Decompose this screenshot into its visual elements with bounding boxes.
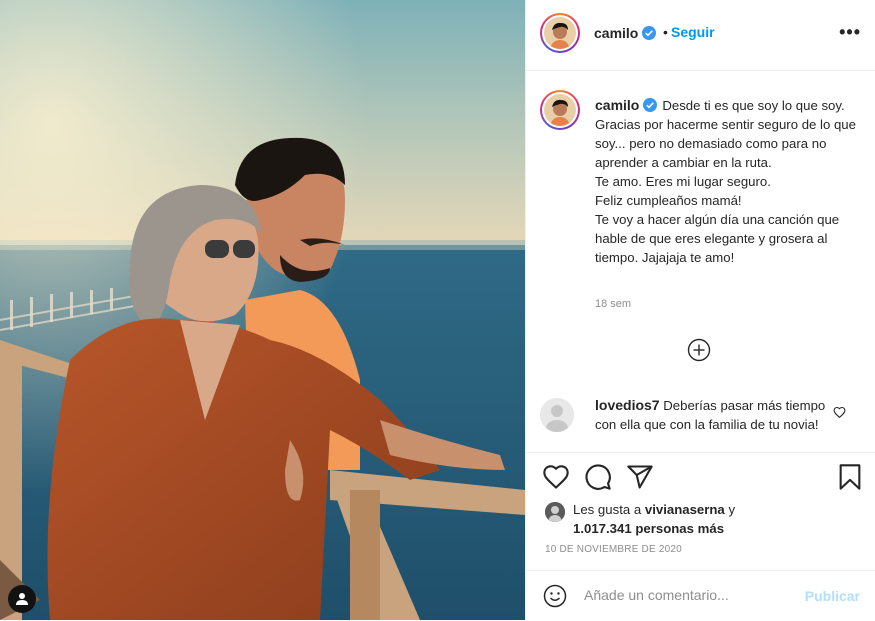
default-avatar-icon	[540, 398, 574, 432]
avatar-image	[544, 94, 576, 126]
caption-line: Te amo. Eres mi lugar seguro.	[595, 174, 771, 189]
photo-image	[0, 0, 525, 620]
add-comment-bar: Publicar	[526, 570, 875, 621]
heart-icon[interactable]	[542, 463, 570, 491]
share-icon[interactable]	[626, 463, 654, 491]
caption-line: Gracias por hacerme sentir seguro de lo …	[595, 117, 856, 170]
save-icon[interactable]	[836, 463, 864, 491]
post-actions: Les gusta a vivianaserna y 1.017.341 per…	[526, 452, 875, 571]
liker-avatar[interactable]	[545, 502, 565, 522]
user-tag-icon	[16, 593, 28, 605]
author-avatar[interactable]	[540, 13, 580, 53]
caption-line: Desde ti es que soy lo que soy.	[662, 98, 845, 113]
caption-avatar[interactable]	[540, 90, 580, 130]
separator-dot: •	[663, 24, 668, 40]
likes-text: Les gusta a vivianaserna y 1.017.341 per…	[573, 500, 793, 538]
post-side-panel: camilo • Seguir ••• camilo Desde ti es q…	[525, 0, 875, 620]
likes-count[interactable]: 1.017.341 personas más	[573, 521, 724, 536]
commenter-avatar[interactable]	[540, 398, 574, 432]
commenter-username[interactable]: lovedios7	[595, 397, 660, 413]
caption-timestamp[interactable]: 18 sem	[595, 298, 631, 310]
comments-section[interactable]: camilo Desde ti es que soy lo que soy. Gr…	[526, 70, 875, 452]
avatar-image	[544, 17, 576, 49]
post-header: camilo • Seguir •••	[526, 0, 875, 71]
user-tag-button[interactable]	[8, 585, 36, 613]
post-date[interactable]: 10 DE NOVIEMBRE DE 2020	[545, 544, 682, 555]
more-options-icon[interactable]: •••	[839, 22, 861, 43]
comment-text: lovedios7 Deberías pasar más tiempo con …	[595, 396, 827, 434]
comment-icon[interactable]	[584, 463, 612, 491]
liker-avatar-image	[545, 502, 565, 522]
author-username[interactable]: camilo	[594, 25, 638, 41]
verified-icon	[642, 26, 656, 40]
liker-username[interactable]: vivianaserna	[645, 502, 725, 517]
caption-line: Feliz cumpleaños mamá!	[595, 193, 742, 208]
emoji-icon[interactable]	[543, 584, 567, 608]
post-caption: camilo Desde ti es que soy lo que soy. Gr…	[595, 96, 857, 267]
likes-prefix: Les gusta a	[573, 502, 642, 517]
verified-icon	[643, 98, 658, 112]
load-more-icon[interactable]	[687, 338, 711, 362]
post-photo[interactable]	[0, 0, 525, 620]
caption-line: Te voy a hacer algún día una canción que…	[595, 212, 840, 265]
comment-input[interactable]	[584, 582, 784, 608]
caption-username[interactable]: camilo	[595, 97, 639, 113]
publish-button[interactable]: Publicar	[805, 588, 860, 604]
comment-like-icon[interactable]	[833, 406, 846, 419]
follow-button[interactable]: Seguir	[671, 24, 715, 40]
likes-conj: y	[728, 502, 736, 517]
